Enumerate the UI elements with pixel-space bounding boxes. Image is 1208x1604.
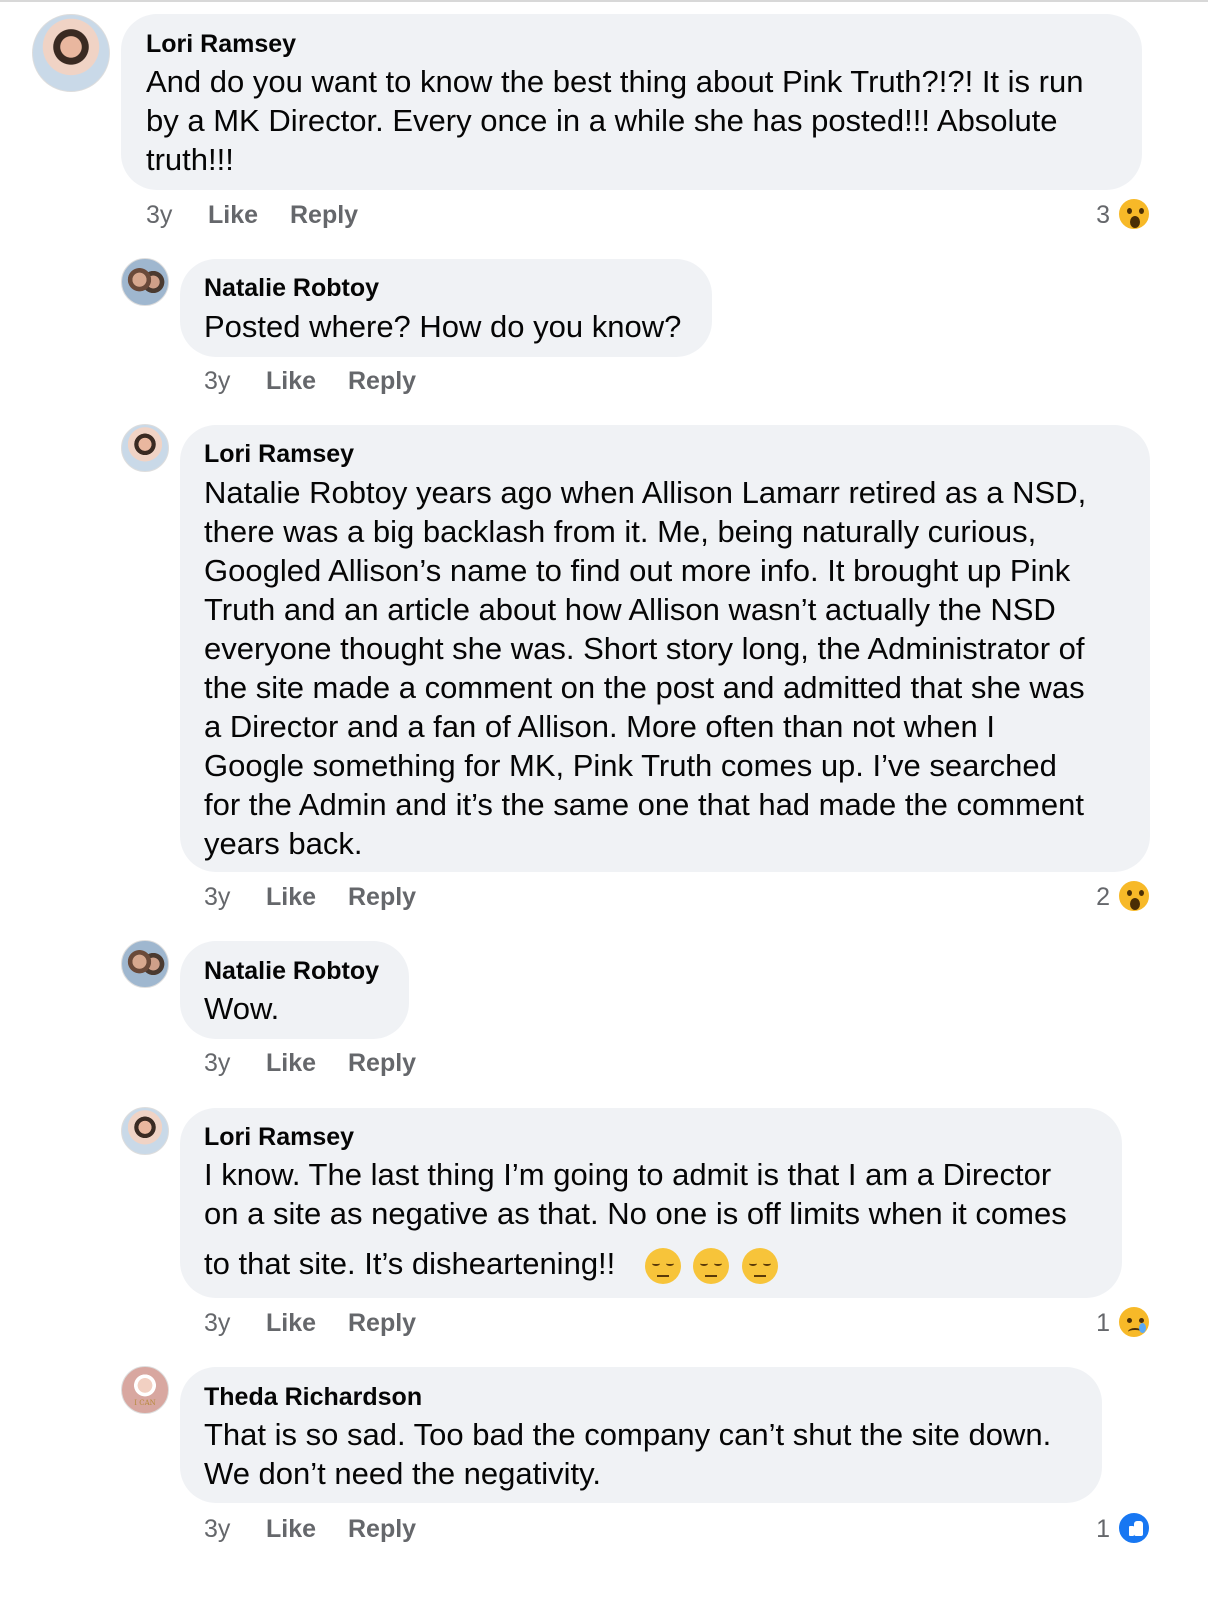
comment-text-line: to that site. It’s disheartening!!: [204, 1244, 778, 1284]
reply-button[interactable]: Reply: [348, 1309, 416, 1338]
avatar[interactable]: [121, 940, 169, 988]
like-reaction-icon[interactable]: [1117, 1511, 1151, 1545]
comment-text-line: the site made a comment on the post and …: [204, 670, 1085, 705]
comment-text-line: everyone thought she was. Short story lo…: [204, 631, 1085, 666]
tear-icon: [1139, 1323, 1146, 1333]
pensive-face-icon: [644, 1247, 681, 1284]
comment-author[interactable]: Lori Ramsey: [204, 1123, 354, 1152]
pensive-face-icon: [741, 1247, 778, 1284]
like-button[interactable]: Like: [266, 1515, 316, 1544]
comment-time[interactable]: 3y: [204, 1309, 230, 1338]
comment-text-line: Googled Allison’s name to find out more …: [204, 553, 1071, 588]
comment-time[interactable]: 3y: [146, 201, 172, 230]
comment-author[interactable]: Lori Ramsey: [146, 30, 296, 59]
comment-text-line: Truth and an article about how Allison w…: [204, 592, 1056, 627]
comment-author[interactable]: Theda Richardson: [204, 1383, 422, 1412]
wow-reaction-icon[interactable]: [1117, 197, 1151, 231]
avatar[interactable]: [121, 258, 169, 306]
comment-text-line: truth!!!: [146, 142, 234, 177]
comment-text-line: Natalie Robtoy years ago when Allison La…: [204, 475, 1087, 510]
avatar[interactable]: [32, 14, 110, 92]
comment-text-line: Posted where? How do you know?: [204, 309, 682, 344]
like-button[interactable]: Like: [266, 883, 316, 912]
reaction-count[interactable]: 2: [1086, 883, 1110, 912]
comment-text-line: Google something for MK, Pink Truth come…: [204, 748, 1057, 783]
comment-text-line: for the Admin and it’s the same one that…: [204, 787, 1085, 822]
comment-text-line: there was a big backlash from it. Me, be…: [204, 514, 1037, 549]
comment-time[interactable]: 3y: [204, 1049, 230, 1078]
reply-button[interactable]: Reply: [348, 367, 416, 396]
comment-text-line: And do you want to know the best thing a…: [146, 64, 1084, 99]
comment-author[interactable]: Natalie Robtoy: [204, 957, 379, 986]
reply-button[interactable]: Reply: [290, 201, 358, 230]
reaction-count[interactable]: 1: [1086, 1309, 1110, 1338]
wow-reaction-icon[interactable]: [1117, 879, 1151, 913]
comment-text-line: I know. The last thing I’m going to admi…: [204, 1157, 1052, 1192]
comment-text-line: That is so sad. Too bad the company can’…: [204, 1417, 1052, 1452]
like-button[interactable]: Like: [266, 367, 316, 396]
comment-text-line: We don’t need the negativity.: [204, 1456, 601, 1491]
reply-button[interactable]: Reply: [348, 1515, 416, 1544]
like-button[interactable]: Like: [208, 201, 258, 230]
avatar[interactable]: [121, 424, 169, 472]
reply-button[interactable]: Reply: [348, 1049, 416, 1078]
comment-author[interactable]: Lori Ramsey: [204, 440, 354, 469]
comment-time[interactable]: 3y: [204, 883, 230, 912]
comment-text-line: on a site as negative as that. No one is…: [204, 1196, 1067, 1231]
reaction-count[interactable]: 3: [1086, 201, 1110, 230]
sad-reaction-icon[interactable]: [1117, 1305, 1151, 1339]
comment-text: to that site. It’s disheartening!!: [204, 1246, 616, 1281]
like-button[interactable]: Like: [266, 1309, 316, 1338]
comment-time[interactable]: 3y: [204, 367, 230, 396]
comment-author[interactable]: Natalie Robtoy: [204, 274, 379, 303]
like-button[interactable]: Like: [266, 1049, 316, 1078]
comment-text-line: a Director and a fan of Allison. More of…: [204, 709, 995, 744]
top-divider: [0, 0, 1208, 2]
comment-text-line: years back.: [204, 826, 363, 861]
reaction-count[interactable]: 1: [1086, 1515, 1110, 1544]
comment-text-line: by a MK Director. Every once in a while …: [146, 103, 1058, 138]
avatar[interactable]: [121, 1366, 169, 1414]
reply-button[interactable]: Reply: [348, 883, 416, 912]
pensive-face-icon: [693, 1247, 730, 1284]
comment-text-line: Wow.: [204, 991, 280, 1026]
comment-time[interactable]: 3y: [204, 1515, 230, 1544]
avatar[interactable]: [121, 1107, 169, 1155]
